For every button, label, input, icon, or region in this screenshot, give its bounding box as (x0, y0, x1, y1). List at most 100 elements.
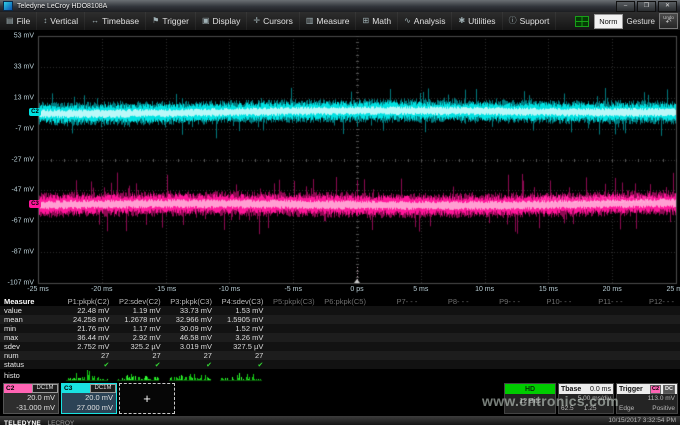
x-axis-tick-label: -5 ms (284, 286, 302, 293)
channel-box-c3[interactable]: C3 DC1M 20.0 mV 27.000 mV (61, 383, 117, 414)
menu-item-analysis[interactable]: ∿Analysis (398, 12, 452, 30)
menu-item-measure[interactable]: ▥Measure (300, 12, 357, 30)
status-check-icon: ✔ (167, 361, 212, 369)
utilities-icon: ✱ (458, 17, 465, 25)
measure-status-cell: ✔ (115, 361, 166, 369)
measure-row-max: max36.44 mV2.92 mV46.58 mV3.26 mV (0, 333, 680, 342)
x-axis-tick-label: -15 ms (155, 286, 176, 293)
measure-value-cell: 1.2678 mV (115, 315, 166, 324)
channel-marker-c3[interactable]: C3 (29, 200, 41, 208)
menu-item-file[interactable]: ▤File (0, 12, 37, 30)
timebase-delay: 0.0 ms (590, 386, 611, 393)
measure-row-label: sdev (0, 342, 64, 351)
waveform-canvas[interactable] (0, 30, 680, 298)
support-icon: ⓘ (509, 17, 517, 25)
trigger-badges: C2 DC (650, 385, 675, 394)
gesture-label[interactable]: Gesture (627, 17, 655, 26)
histogram-sparkline-p3 (167, 370, 213, 382)
menu-item-display[interactable]: ▣Display (196, 12, 247, 30)
channel-marker-c2[interactable]: C2 (29, 108, 41, 116)
measure-column-header-p6[interactable]: P6:pkpk(C5) (321, 297, 372, 306)
minimize-button[interactable]: – (616, 1, 635, 12)
menu-item-timebase[interactable]: ↔Timebase (85, 12, 146, 30)
measure-column-header-p4[interactable]: P4:sdev(C3) (218, 297, 269, 306)
channel-c3-settings: 20.0 mV 27.000 mV (62, 393, 116, 413)
measure-column-header-p5[interactable]: P5:pkpk(C3) (269, 297, 320, 306)
y-axis-tick-label: -27 mV (0, 156, 34, 163)
menu-item-label: Cursors (263, 16, 293, 26)
x-axis-tick-label: -25 ms (27, 286, 48, 293)
measure-row-label: status (0, 360, 64, 369)
menu-item-label: Utilities (468, 16, 495, 26)
measure-status-cell: ✔ (167, 361, 218, 369)
histogram-sparkline-p4 (218, 370, 264, 382)
measure-header-row: MeasureP1:pkpk(C2)P2:sdev(C2)P3:pkpk(C3)… (0, 296, 680, 306)
channel-c3-header: C3 DC1M (62, 384, 116, 393)
status-check-icon: ✔ (115, 361, 160, 369)
measure-column-header-p8[interactable]: P8- - - (423, 297, 474, 306)
measure-value-cell: 1.52 mV (218, 324, 269, 333)
close-button[interactable]: ✕ (658, 1, 677, 12)
norm-button[interactable]: Norm (594, 14, 622, 29)
measure-value-cell: 27 (167, 351, 218, 360)
menu-item-label: Math (372, 16, 391, 26)
measure-row-status: status✔✔✔✔ (0, 360, 680, 369)
menu-item-utilities[interactable]: ✱Utilities (452, 12, 502, 30)
measure-histo-cell (167, 370, 218, 382)
vertical-icon: ↕ (43, 17, 47, 25)
measure-row-sdev: sdev2.752 mV325.2 µV3.019 mV327.5 µV (0, 342, 680, 351)
menu-item-trigger[interactable]: ⚑Trigger (146, 12, 196, 30)
channel-c3-label: C3 (62, 384, 90, 393)
measure-value-cell: 22.48 mV (64, 306, 115, 315)
measure-row-label: min (0, 324, 64, 333)
measure-row-label: mean (0, 315, 64, 324)
trigger-slope: Positive (652, 404, 675, 414)
undo-button[interactable]: Undo ↶ (659, 13, 678, 29)
measure-table: MeasureP1:pkpk(C2)P2:sdev(C2)P3:pkpk(C3)… (0, 296, 680, 382)
measure-value-cell: 1.17 mV (115, 324, 166, 333)
trigger-box[interactable]: Trigger C2 DC 113.0 mV Edge Positive (616, 383, 678, 414)
grid-mode-button[interactable] (574, 15, 590, 27)
measure-value-cell: 32.966 mV (167, 315, 218, 324)
watermark: www.cntronics.com (482, 393, 619, 409)
channel-box-c2[interactable]: C2 DC1M 20.0 mV -31.000 mV (3, 383, 59, 414)
measure-column-header-p11[interactable]: P11- - - (577, 297, 628, 306)
measure-value-cell: 27 (64, 351, 115, 360)
menu-item-cursors[interactable]: ✛Cursors (247, 12, 299, 30)
app-icon (3, 1, 13, 11)
trigger-level: 113.0 mV (617, 394, 677, 404)
status-bar: TELEDYNE LECROY 10/15/2017 3:32:54 PM (0, 415, 680, 425)
menu-item-label: Vertical (50, 16, 78, 26)
measure-column-header-p1[interactable]: P1:pkpk(C2) (64, 297, 115, 306)
measure-column-header-p9[interactable]: P9- - - (475, 297, 526, 306)
menu-item-support[interactable]: ⓘSupport (503, 12, 557, 30)
x-axis-tick-label: -10 ms (219, 286, 240, 293)
math-icon: ⊞ (362, 17, 369, 25)
measure-value-cell: 21.76 mV (64, 324, 115, 333)
y-axis-tick-label: -67 mV (0, 218, 34, 225)
x-axis-tick-label: -20 ms (91, 286, 112, 293)
maximize-button[interactable]: ❐ (637, 1, 656, 12)
window-controls: – ❐ ✕ (616, 1, 677, 12)
status-check-icon: ✔ (64, 361, 109, 369)
menu-item-math[interactable]: ⊞Math (356, 12, 398, 30)
trigger-icon: ⚑ (152, 17, 159, 25)
measure-column-header-p2[interactable]: P2:sdev(C2) (115, 297, 166, 306)
measure-column-header-p3[interactable]: P3:pkpk(C3) (167, 297, 218, 306)
add-channel-button[interactable]: + (119, 383, 175, 414)
measure-column-header-p7[interactable]: P7- - - (372, 297, 423, 306)
menu-item-label: Display (213, 16, 241, 26)
measure-column-header-p12[interactable]: P12- - - (629, 297, 680, 306)
histogram-sparkline-p2 (115, 370, 161, 382)
x-axis-tick-label: 10 ms (475, 286, 494, 293)
undo-arrow-icon: ↶ (666, 19, 672, 26)
brand-primary: TELEDYNE (4, 420, 41, 425)
menu-item-label: Analysis (414, 16, 446, 26)
measure-column-header-p10[interactable]: P10- - - (526, 297, 577, 306)
y-axis-tick-label: -87 mV (0, 249, 34, 256)
y-axis-tick-label: -47 mV (0, 187, 34, 194)
x-axis-tick-label: 20 ms (603, 286, 622, 293)
channel-c3-vdiv: 20.0 mV (65, 393, 113, 403)
measure-title: Measure (0, 297, 64, 306)
menu-item-vertical[interactable]: ↕Vertical (37, 12, 85, 30)
